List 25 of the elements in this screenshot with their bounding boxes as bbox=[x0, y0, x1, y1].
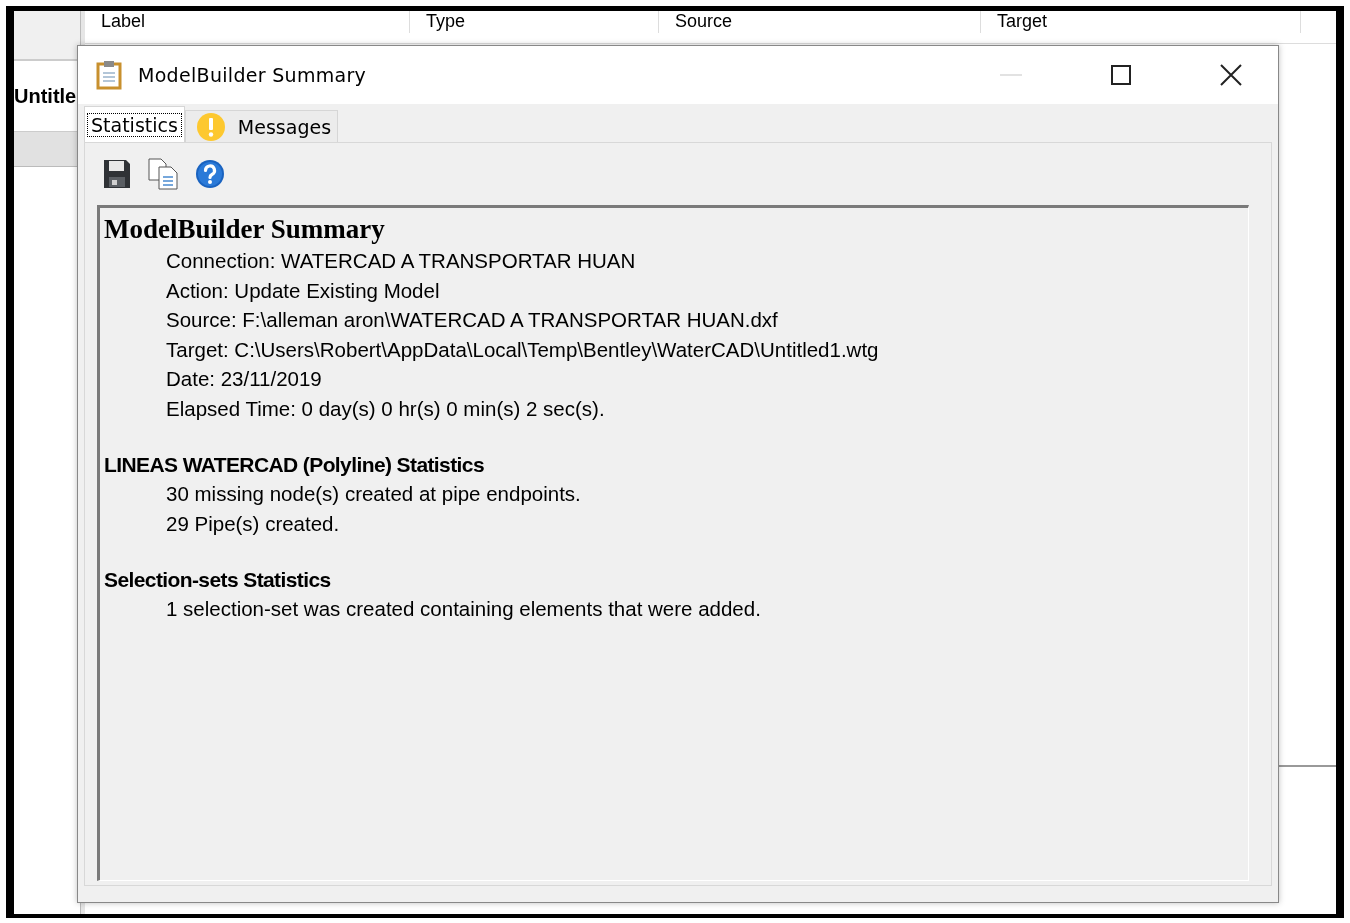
column-header[interactable]: Type bbox=[410, 11, 659, 33]
report-line: 30 missing node(s) created at pipe endpoints. bbox=[166, 481, 582, 507]
warning-icon bbox=[195, 111, 226, 142]
report-line: Connection: WATERCAD A TRANSPORTAR HUAN bbox=[166, 248, 637, 274]
report-title: ModelBuilder Summary bbox=[104, 214, 386, 245]
window-title: ModelBuilder Summary bbox=[138, 64, 368, 86]
column-header[interactable]: Source bbox=[659, 11, 981, 33]
copy-icon[interactable] bbox=[147, 158, 179, 190]
document-tab[interactable]: Untitle bbox=[14, 84, 77, 108]
report-line: 1 selection-set was created containing elements that were added. bbox=[166, 596, 762, 622]
report-line: Target: C:\Users\Robert\AppData\Local\Temp\Bentley\WaterCAD\Untitled1.wtg bbox=[166, 336, 880, 363]
tab[interactable]: Messages bbox=[184, 110, 339, 142]
report-line: Source: F:\alleman aron\WATERCAD A TRANSPORTAR HUAN.dxf bbox=[166, 307, 779, 333]
report-line: Action: Update Existing Model bbox=[166, 277, 441, 304]
tab[interactable]: Statistics bbox=[84, 106, 185, 142]
report-line: 29 Pipe(s) created. bbox=[166, 510, 341, 537]
section-heading: Selection-sets Statistics bbox=[104, 567, 332, 593]
help-icon[interactable] bbox=[195, 159, 225, 189]
column-header[interactable]: Label bbox=[85, 11, 410, 33]
clipboard-icon bbox=[96, 60, 122, 90]
section-heading: LINEAS WATERCAD (Polyline) Statistics bbox=[104, 452, 485, 478]
report-line: Date: 23/11/2019 bbox=[166, 366, 323, 392]
column-header[interactable]: Target bbox=[981, 11, 1301, 33]
save-icon[interactable] bbox=[103, 159, 131, 189]
report-line: Elapsed Time: 0 day(s) 0 hr(s) 0 min(s) 2 sec(s). bbox=[166, 395, 606, 422]
